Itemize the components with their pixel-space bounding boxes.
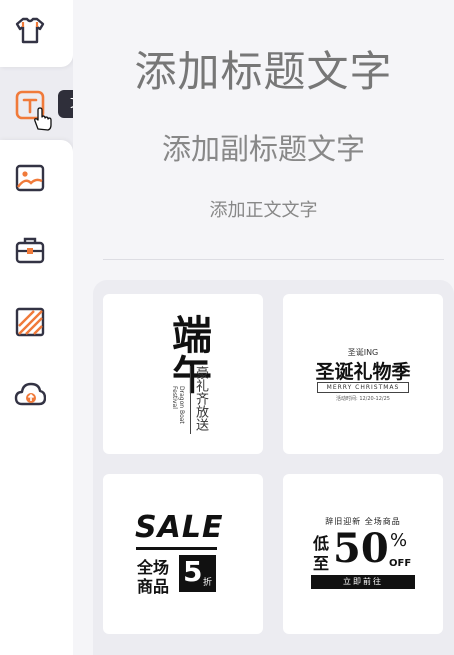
cloud-upload-icon[interactable] (14, 378, 46, 410)
discount-num-text: 50 (333, 525, 389, 572)
sidebar-tab-clothing[interactable] (0, 0, 73, 67)
sale-badge: 5 折 (179, 555, 216, 592)
sidebar-tab-group (0, 140, 73, 655)
discount-off-text: OFF (389, 558, 412, 569)
toolbox-icon[interactable] (14, 234, 46, 266)
discount-pct-text: % (390, 530, 408, 551)
sale-zhe-text: 折 (203, 578, 213, 588)
discount-button: 立即前往 (311, 575, 415, 589)
sale-num-text: 5 (183, 555, 203, 588)
add-body-text[interactable]: 添加正文文字 (73, 196, 454, 222)
christmas-date-text: 活动时间: 12/20-12/25 (336, 396, 390, 402)
template-grid: 端午 豪礼齐放送 Dragon Boat Festival 圣诞ING 圣诞礼物… (93, 280, 454, 655)
template-card-christmas[interactable]: 圣诞ING 圣诞礼物季 MERRY CHRISTMAS 活动时间: 12/20-… (283, 294, 443, 454)
sale-rule (136, 547, 217, 550)
image-icon[interactable] (14, 162, 46, 194)
template-card-discount[interactable]: 辞旧迎新 全场商品 低 至 50 % OFF 立即前往 (283, 474, 443, 634)
duanwu-en-text: Dragon Boat Festival (171, 386, 185, 424)
template-card-duanwu[interactable]: 端午 豪礼齐放送 Dragon Boat Festival (103, 294, 263, 454)
sale-big-text: SALE (135, 510, 224, 545)
add-subheading-text[interactable]: 添加副标题文字 (73, 126, 454, 168)
duanwu-rule (190, 366, 191, 434)
hand-cursor-icon (31, 107, 53, 131)
divider (103, 259, 444, 260)
discount-left2-text: 至 (313, 554, 330, 573)
christmas-big-text: 圣诞礼物季 (315, 361, 411, 383)
template-card-sale[interactable]: SALE 全场 商品 5 折 (103, 474, 263, 634)
tshirt-icon[interactable] (14, 14, 46, 46)
add-heading-text[interactable]: 添加标题文字 (73, 38, 454, 99)
sale-line2-text: 商品 (137, 577, 170, 596)
text-panel: 添加标题文字 添加副标题文字 添加正文文字 端午 豪礼齐放送 Dragon Bo… (73, 0, 454, 655)
duanwu-side-text: 豪礼齐放送 (193, 366, 208, 431)
christmas-en-text: MERRY CHRISTMAS (317, 382, 409, 393)
background-icon[interactable] (14, 306, 46, 338)
